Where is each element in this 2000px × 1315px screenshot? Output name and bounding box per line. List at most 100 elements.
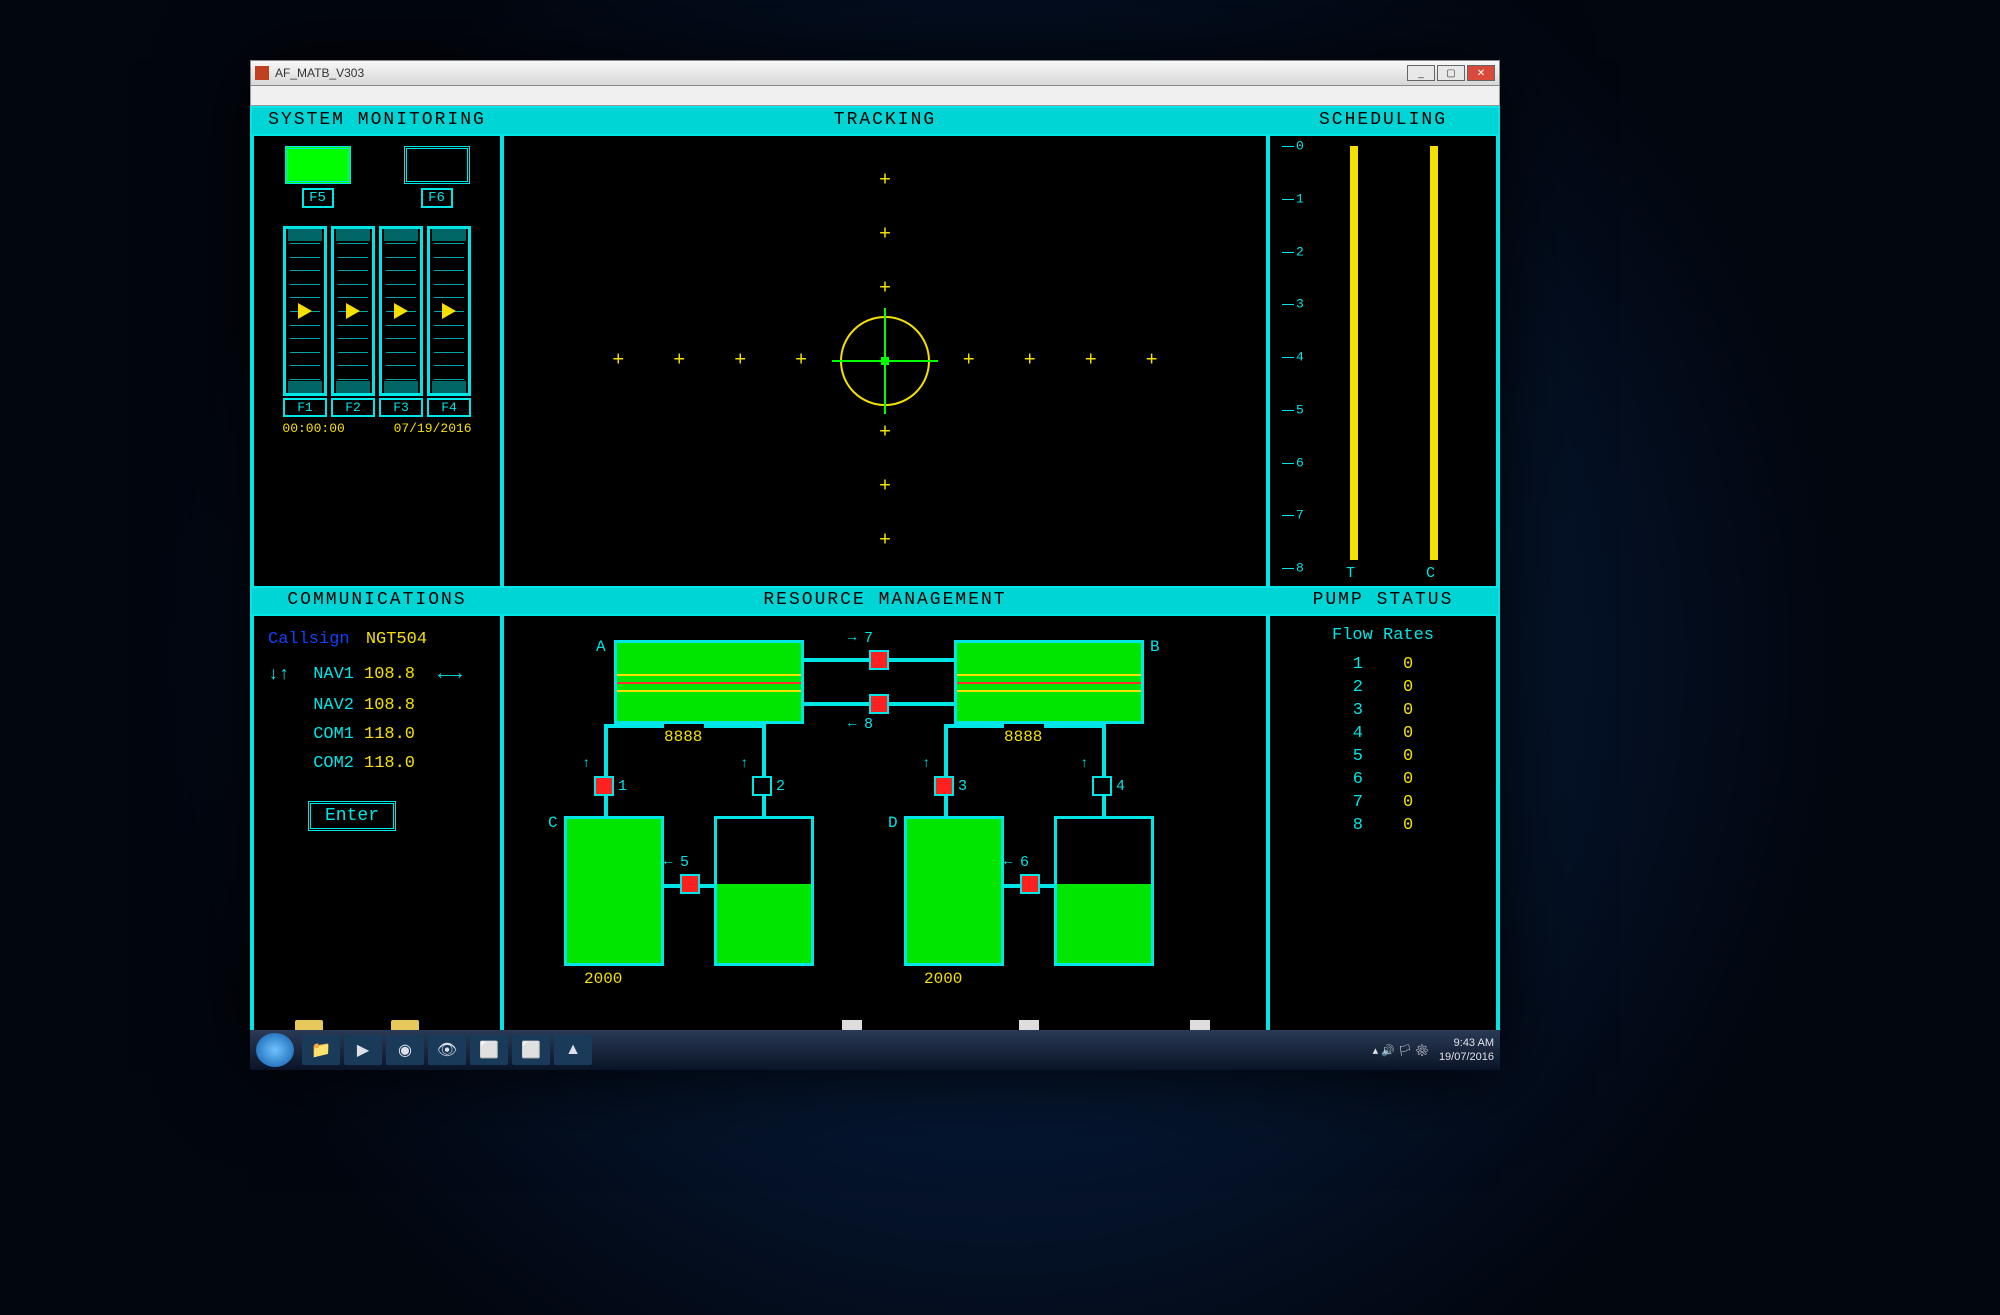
pump-flowrate: 0 [1403,816,1413,835]
light-f5-label: F5 [302,188,334,208]
matlab-icon[interactable]: ▲ [554,1035,592,1065]
pump-3[interactable] [934,776,954,796]
pipe-1 [604,724,608,816]
light-f5[interactable] [285,146,351,184]
maximize-button[interactable]: ▢ [1437,65,1465,81]
matb-app: SYSTEM MONITORING TRACKING SCHEDULING F5… [250,106,1500,1070]
tracking-panel[interactable]: ++++++++++++++ [502,134,1268,588]
eye-icon[interactable]: 👁 [428,1035,466,1065]
pump-flowrate: 0 [1403,701,1413,720]
pump-number: 7 [1353,793,1363,812]
pump-1-label: 1 [618,778,627,795]
crosshair-mark: + [879,476,891,499]
pump-5-arrow: ← [664,854,672,870]
crosshair-mark: + [1024,350,1036,373]
pumpstat-row: 60 [1284,770,1482,789]
tank-c-value: 2000 [584,970,622,988]
pump-4[interactable] [1092,776,1112,796]
sched-tick-label: 3 [1296,297,1304,312]
sched-bar-c [1430,146,1438,560]
pump-7-label: 7 [864,630,873,647]
enter-button[interactable]: Enter [308,801,396,831]
clock-time: 9:43 AM [1439,1036,1494,1050]
pumpstat-row: 50 [1284,747,1482,766]
pump-6[interactable] [1020,874,1040,894]
pump-1-arrow: ↑ [582,756,590,772]
pump-7-arrow: → [848,630,856,646]
pump-1[interactable] [594,776,614,796]
pump-flowrate: 0 [1403,793,1413,812]
minimize-button[interactable]: _ [1407,65,1435,81]
pumpstat-row: 70 [1284,793,1482,812]
freq-name: COM1 [296,725,354,744]
resman-panel: A 8888 B 8888 C 2000 [502,614,1268,1068]
tank-a-label: A [596,638,606,656]
pump-7[interactable] [869,650,889,670]
clock-date: 19/07/2016 [1439,1050,1494,1064]
sched-label-c: C [1426,565,1435,582]
taskbar[interactable]: 📁 ▶ ◉ 👁 ⬜ ⬜ ▲ ▴ 🔊 🏳 ⚙ 9:43 AM 19/07/2016 [250,1030,1500,1070]
tank-b [954,640,1144,724]
clock[interactable]: 9:43 AM 19/07/2016 [1439,1036,1494,1064]
freq-row-nav2[interactable]: NAV2108.8 [268,696,486,715]
crosshair-mark: + [879,530,891,553]
crosshair-mark: + [879,224,891,247]
window-titlebar[interactable]: AF_MATB_V303 _ ▢ ✕ [250,60,1500,86]
tracking-reticle [840,316,930,406]
pumpstat-row: 40 [1284,724,1482,743]
tank-d-label: D [888,814,898,832]
pump-number: 4 [1353,724,1363,743]
pump-2-arrow: ↑ [740,756,748,772]
sched-scale: 012345678 [1282,146,1306,568]
gauge-f2[interactable]: F2 [331,226,375,417]
app1-icon[interactable]: ⬜ [470,1035,508,1065]
freq-row-nav1[interactable]: ↓↑NAV1108.8←→ [268,663,486,686]
freq-row-com1[interactable]: COM1118.0 [268,725,486,744]
pump-6-label: 6 [1020,854,1029,871]
gauge-f3[interactable]: F3 [379,226,423,417]
gauge-f1[interactable]: F1 [283,226,327,417]
light-f6-label: F6 [421,188,453,208]
explorer-icon[interactable]: 📁 [302,1035,340,1065]
gauge-f4[interactable]: F4 [427,226,471,417]
media-icon[interactable]: ▶ [344,1035,382,1065]
pumpstat-row: 20 [1284,678,1482,697]
tank-f [1054,816,1154,966]
tray-icons[interactable]: ▴ 🔊 🏳 ⚙ [1373,1044,1429,1057]
desktop-background: Visu Visu Re O Pres 16.1 face CYC Si Co … [0,0,2000,1315]
pipe-4 [1102,724,1106,816]
freq-value: 118.0 [364,754,428,773]
app2-icon[interactable]: ⬜ [512,1035,550,1065]
freq-row-com2[interactable]: COM2118.0 [268,754,486,773]
pump-4-label: 4 [1116,778,1125,795]
crosshair-mark: + [879,278,891,301]
chrome-icon[interactable]: ◉ [386,1035,424,1065]
sched-tick-label: 2 [1296,244,1304,259]
leftright-arrow-icon: ←→ [438,663,462,686]
app-window: Visu Visu Re O Pres 16.1 face CYC Si Co … [250,60,1500,1070]
pump-flowrate: 0 [1403,724,1413,743]
current-date: 07/19/2016 [394,421,472,436]
sched-tick-label: 4 [1296,350,1304,365]
pump-8[interactable] [869,694,889,714]
pump-flowrate: 0 [1403,747,1413,766]
pump-number: 8 [1353,816,1363,835]
pump-6-arrow: ← [1004,854,1012,870]
gauge-label: F2 [331,398,375,417]
pump-2[interactable] [752,776,772,796]
start-button[interactable] [256,1033,294,1067]
pump-number: 1 [1353,655,1363,674]
pump-flowrate: 0 [1403,770,1413,789]
light-f6-group: F6 [404,146,470,208]
close-button[interactable]: ✕ [1467,65,1495,81]
window-toolbar [250,86,1500,106]
pump-number: 5 [1353,747,1363,766]
sysmon-panel: F5 F6 F1F2F3F4 00:00:00 07/19/2016 [252,134,502,588]
light-f6[interactable] [404,146,470,184]
pump-5[interactable] [680,874,700,894]
freq-value: 108.8 [364,696,428,715]
crosshair-mark: + [734,350,746,373]
callsign-value: NGT504 [366,630,427,649]
pump-8-label: 8 [864,716,873,733]
pump-3-label: 3 [958,778,967,795]
